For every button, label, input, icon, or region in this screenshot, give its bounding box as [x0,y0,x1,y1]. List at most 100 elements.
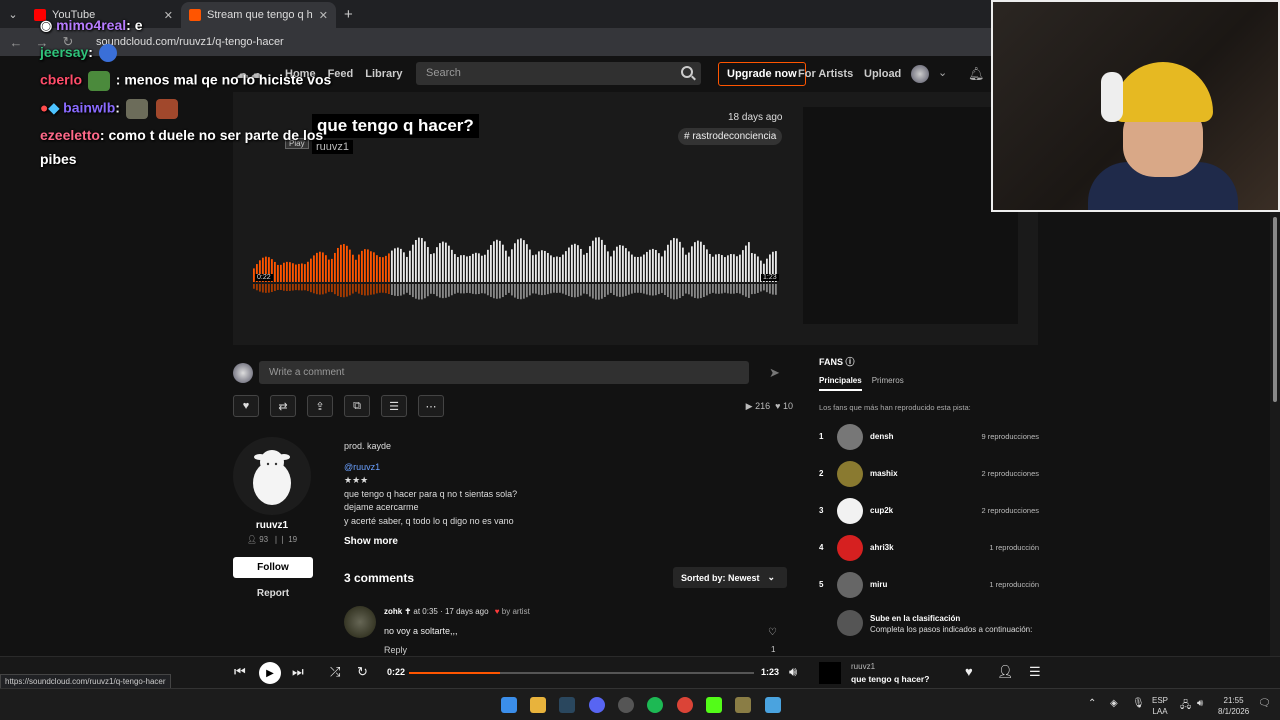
spotify-icon[interactable] [647,697,663,713]
previous-icon[interactable]: ⏮ [234,664,246,680]
close-tab-icon[interactable]: ✕ [319,9,328,22]
chrome-icon[interactable] [677,697,693,713]
fan-row[interactable]: 3 cup2k 2 reproducciones [819,498,1039,526]
tray-chevron-icon[interactable]: ⌃ [1088,698,1096,709]
fan-name[interactable]: miru [870,580,887,589]
search-icon[interactable] [681,66,693,78]
start-icon[interactable] [501,697,517,713]
discord-icon[interactable] [589,697,605,713]
upgrade-button[interactable]: Upgrade now [718,62,806,86]
fan-name[interactable]: ahri3k [870,543,894,552]
kick-icon[interactable] [706,697,722,713]
back-icon[interactable]: ← [8,35,24,50]
comment-like-icon[interactable]: ♡ [768,627,777,638]
user-avatar[interactable] [911,65,929,83]
waveform[interactable] [253,237,778,302]
fan-row[interactable]: 4 ahri3k 1 reproducción [819,535,1039,563]
description-line: y acerté saber, q todo lo q digo no es v… [344,515,514,526]
repost-button[interactable]: ⇄ [270,395,296,417]
tray-app-icon[interactable]: ◈ [1110,698,1118,709]
fan-name[interactable]: cup2k [870,506,893,515]
comment-avatar[interactable] [344,606,376,638]
for-artists-link[interactable]: For Artists [798,68,853,80]
player-title[interactable]: que tengo q hacer? [851,674,929,684]
clock[interactable]: 21:55 8/1/2026 [1218,695,1249,717]
player-progress-bar[interactable] [409,672,754,674]
copy-link-button[interactable]: ⧉ [344,395,370,417]
chat-message: pibes [40,151,77,167]
obs-icon[interactable] [618,697,634,713]
show-more-button[interactable]: Show more [344,536,398,547]
tab-principales[interactable]: Principales [819,376,862,391]
tab-search-button[interactable]: ⌄ [0,0,26,28]
reply-button[interactable]: Reply [384,645,407,655]
artist-avatar[interactable] [233,437,311,515]
shuffle-icon[interactable]: ⤮ [330,664,340,680]
info-icon[interactable]: ⓘ [846,357,855,367]
url-field[interactable]: soundcloud.com/ruuvz1/q-tengo-hacer [96,36,284,48]
next-icon[interactable]: ⏭ [292,664,304,680]
fan-plays: 1 reproducción [989,543,1039,552]
search-input[interactable]: Search [416,62,701,85]
microphone-icon[interactable]: 🎙︎ [1132,698,1145,709]
steam-icon[interactable] [559,697,575,713]
new-tab-button[interactable]: + [336,6,361,23]
language-indicator[interactable]: ESP LAA [1152,695,1168,717]
fan-avatar[interactable] [837,424,863,450]
scrollbar-thumb[interactable] [1273,217,1277,402]
fan-name[interactable]: densh [870,432,894,441]
page-scrollbar[interactable] [1270,212,1280,656]
fan-avatar[interactable] [837,461,863,487]
fan-row[interactable]: 5 miru 1 reproducción [819,572,1039,600]
notepad-icon[interactable] [765,697,781,713]
more-button[interactable]: ⋯ [418,395,444,417]
tab-soundcloud[interactable]: Stream que tengo q hacer? by ✕ [181,2,336,28]
chevron-down-icon[interactable]: ⌄ [938,66,947,79]
share-button[interactable]: ⇪ [307,395,333,417]
nav-feed[interactable]: Feed [328,68,354,80]
app-icon[interactable] [735,697,751,713]
volume-icon[interactable]: 🔊︎ [1197,698,1203,709]
send-icon[interactable]: ➤ [761,361,788,384]
mention-link[interactable]: @ruuvz1 [344,461,644,475]
streamer-beanie [1113,62,1213,122]
fan-avatar[interactable] [837,498,863,524]
player-artist[interactable]: ruuvz1 [851,662,875,671]
fan-row[interactable]: 2 mashix 2 reproducciones [819,461,1039,489]
fan-name[interactable]: mashix [870,469,898,478]
nav-library[interactable]: Library [365,68,402,80]
fan-avatar[interactable] [837,572,863,598]
chat-message: ezeeletto: como t duele no ser parte de … [40,127,323,143]
tab-primeros[interactable]: Primeros [872,376,904,391]
artist-stats: 👤︎ 93 ❘❘ 19 [233,535,311,544]
description-line: prod. kayde [344,441,392,451]
add-to-playlist-button[interactable]: ☰ [381,395,407,417]
like-icon[interactable]: ♥ [965,664,973,679]
network-icon[interactable]: 🖧︎ [1180,698,1191,715]
file-explorer-icon[interactable] [530,697,546,713]
track-artwork[interactable] [803,107,1018,324]
follow-button[interactable]: Follow [233,557,313,578]
repeat-icon[interactable]: ↻ [357,664,368,680]
notifications-bell-icon[interactable]: 🔔︎ [968,66,985,82]
like-button[interactable]: ♥ [233,395,259,417]
report-button[interactable]: Report [233,588,313,599]
fan-avatar[interactable] [837,535,863,561]
comment-user[interactable]: zohk ✝ [384,607,411,616]
play-button[interactable]: ▶ [259,662,281,684]
my-avatar [233,363,253,383]
artist-name[interactable]: ruuvz1 [233,520,311,531]
volume-icon[interactable]: 🔊︎ [789,664,797,680]
player-artwork[interactable] [819,662,841,684]
sort-dropdown[interactable]: Sorted by: Newest ⌄ [673,567,787,588]
queue-icon[interactable]: ☰ [1029,664,1041,680]
comment-input[interactable]: Write a comment [259,361,749,384]
upload-link[interactable]: Upload [864,68,901,80]
follow-user-icon[interactable]: 👤︎ [997,664,1014,680]
comments-heading: 3 comments [344,571,415,585]
genre-tag[interactable]: # rastrodeconciencia [678,128,783,145]
description-line: dejame acercarme [344,502,419,512]
notification-icon[interactable]: 🗨︎ [1258,698,1271,709]
close-tab-icon[interactable]: ✕ [164,9,173,22]
fan-row[interactable]: 1 densh 9 reproducciones [819,424,1039,452]
